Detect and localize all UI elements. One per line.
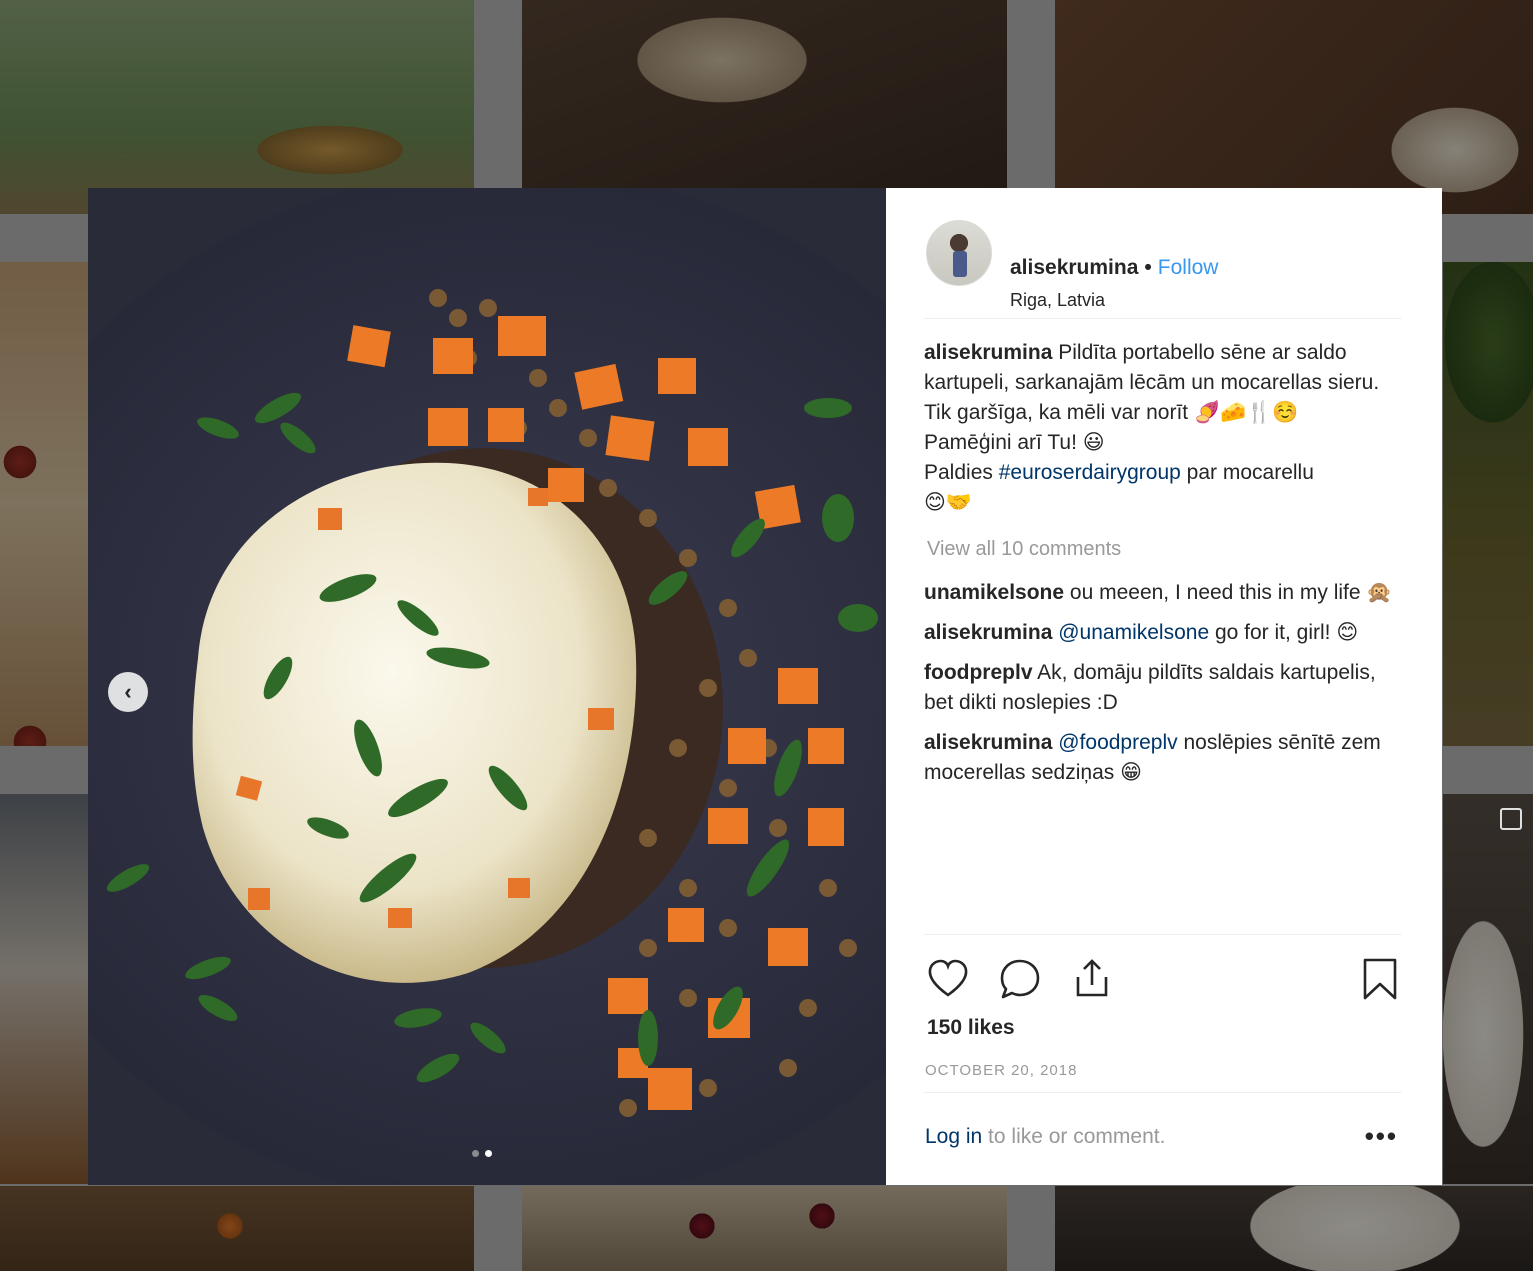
action-bar xyxy=(924,934,1402,1015)
comment-username[interactable]: foodpreplv xyxy=(924,661,1033,684)
caption-text-line2: Pamēģini arī Tu! 😃 xyxy=(924,431,1105,454)
caption-line3-suffix: par mocarellu xyxy=(1180,461,1314,484)
post-modal: ‹ alisekrumina • Follow Riga, Latvia alise… xyxy=(88,188,1442,1185)
caption-line3-prefix: Paldies xyxy=(924,461,999,484)
thumbnail-salad[interactable] xyxy=(0,0,474,214)
comment-mention[interactable]: @foodpreplv xyxy=(1052,731,1177,754)
user-row: alisekrumina • Follow xyxy=(1010,256,1218,280)
post-date: OCTOBER 20, 2018 xyxy=(925,1062,1078,1079)
login-rest: to like or comment. xyxy=(982,1125,1166,1148)
thumbnail-yogurt-jar[interactable] xyxy=(1443,794,1533,1184)
comments-section: alisekrumina Pildīta portabello sēne ar … xyxy=(924,338,1402,798)
follow-button[interactable]: Follow xyxy=(1158,256,1219,279)
thumbnail-left-lower[interactable] xyxy=(0,794,88,1184)
thumbnail-cream[interactable] xyxy=(1055,1186,1533,1271)
post-photo: ‹ xyxy=(88,188,886,1185)
comment-text: go for it, girl! 😊 xyxy=(1209,621,1359,644)
carousel-dot-2 xyxy=(485,1150,492,1157)
bookmark-icon[interactable] xyxy=(1358,957,1402,1001)
separator-dot: • xyxy=(1144,256,1152,279)
view-all-comments-link[interactable]: View all 10 comments xyxy=(927,534,1402,564)
comment-text: ou meeen, I need this in my life 🙊 xyxy=(1064,581,1393,604)
comment-item: unamikelsone ou meeen, I need this in my… xyxy=(924,578,1402,608)
thumbnail-bread-cheese[interactable] xyxy=(522,0,1007,188)
food-photo-illustration xyxy=(88,188,886,1185)
caption-username[interactable]: alisekrumina xyxy=(924,341,1052,364)
comment-mention[interactable]: @unamikelsone xyxy=(1052,621,1209,644)
thumbnail-greens[interactable] xyxy=(1443,262,1533,746)
carousel-dot-1 xyxy=(472,1150,479,1157)
hashtag-link[interactable]: #euroserdairygroup xyxy=(999,461,1181,484)
location-link[interactable]: Riga, Latvia xyxy=(1010,290,1105,311)
caption-text-line3: Paldies #euroserdairygroup par mocarellu xyxy=(924,458,1402,488)
thumbnail-granola[interactable] xyxy=(1055,0,1533,214)
login-link[interactable]: Log in xyxy=(925,1125,982,1148)
comment-username[interactable]: alisekrumina xyxy=(924,731,1052,754)
likes-count[interactable]: 150 likes xyxy=(927,1016,1015,1040)
post-header: alisekrumina • Follow Riga, Latvia xyxy=(924,218,1402,319)
caption-text-line4: 😊🤝 xyxy=(924,491,973,514)
share-icon[interactable] xyxy=(1070,957,1114,1001)
author-username[interactable]: alisekrumina xyxy=(1010,256,1138,279)
comment-username[interactable]: unamikelsone xyxy=(924,581,1064,604)
thumbnail-pizza[interactable] xyxy=(0,262,88,746)
thumbnail-lentils[interactable] xyxy=(0,1186,474,1271)
comment-item: alisekrumina @unamikelsone go for it, gi… xyxy=(924,618,1402,648)
multiple-photos-icon xyxy=(1500,808,1522,830)
comment-item: alisekrumina @foodpreplv noslēpies sēnīt… xyxy=(924,728,1402,788)
thumbnail-berries[interactable] xyxy=(522,1186,1007,1271)
post-details-panel: alisekrumina • Follow Riga, Latvia alisekr… xyxy=(886,188,1442,1185)
chevron-left-icon: ‹ xyxy=(124,679,132,704)
comment-item: foodpreplv Ak, domāju pildīts saldais ka… xyxy=(924,658,1402,718)
avatar[interactable] xyxy=(926,220,992,286)
login-prompt: Log in to like or comment. ••• xyxy=(924,1092,1402,1183)
previous-photo-button[interactable]: ‹ xyxy=(108,672,148,712)
login-text: Log in to like or comment. xyxy=(925,1125,1165,1149)
caption: alisekrumina Pildīta portabello sēne ar … xyxy=(924,338,1402,518)
comment-icon[interactable] xyxy=(998,957,1042,1001)
carousel-indicator xyxy=(472,1150,492,1157)
comment-username[interactable]: alisekrumina xyxy=(924,621,1052,644)
more-options-icon[interactable]: ••• xyxy=(1365,1121,1398,1152)
heart-icon[interactable] xyxy=(926,957,970,1001)
